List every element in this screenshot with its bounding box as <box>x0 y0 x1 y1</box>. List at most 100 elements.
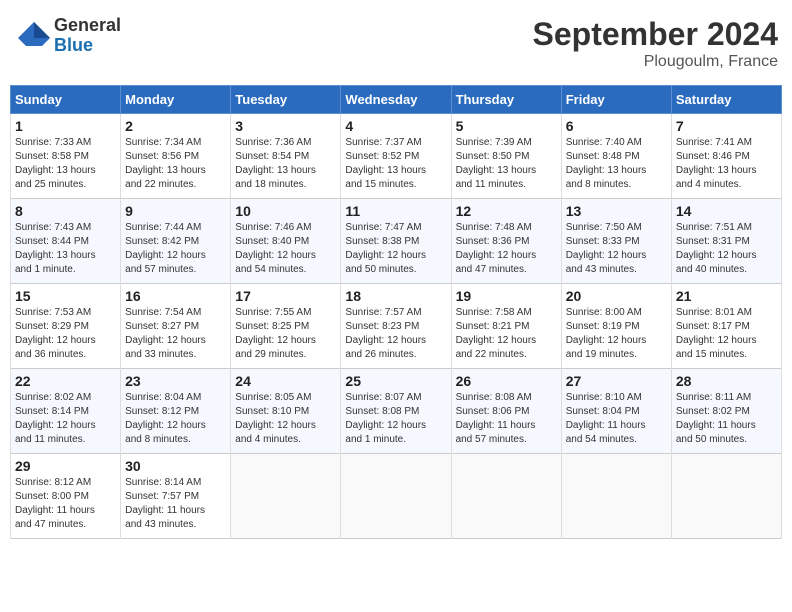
week-row-5: 29Sunrise: 8:12 AM Sunset: 8:00 PM Dayli… <box>11 454 782 539</box>
day-number: 19 <box>456 288 557 304</box>
page-header: General Blue September 2024 Plougoulm, F… <box>10 10 782 77</box>
day-info: Sunrise: 7:50 AM Sunset: 8:33 PM Dayligh… <box>566 221 667 277</box>
day-info: Sunrise: 7:37 AM Sunset: 8:52 PM Dayligh… <box>345 136 446 192</box>
day-number: 3 <box>235 118 336 134</box>
day-info: Sunrise: 7:33 AM Sunset: 8:58 PM Dayligh… <box>15 136 116 192</box>
day-number: 7 <box>676 118 777 134</box>
calendar-cell: 19 Sunrise: 7:58 AM Sunset: 8:21 PM Dayli… <box>451 284 561 369</box>
day-info: Sunrise: 7:47 AM Sunset: 8:38 PM Dayligh… <box>345 221 446 277</box>
day-number: 10 <box>235 203 336 219</box>
day-number: 21 <box>676 288 777 304</box>
day-number: 1 <box>15 118 116 134</box>
col-tuesday: Tuesday <box>231 86 341 114</box>
calendar-cell: 6Sunrise: 7:40 AM Sunset: 8:48 PM Daylig… <box>561 114 671 199</box>
day-info: Sunrise: 7:57 AM Sunset: 8:23 PM Dayligh… <box>345 306 446 362</box>
calendar-table: Sunday Monday Tuesday Wednesday Thursday… <box>10 85 782 539</box>
day-info: Sunrise: 8:02 AM Sunset: 8:14 PM Dayligh… <box>15 391 116 447</box>
calendar-cell: 26Sunrise: 8:08 AM Sunset: 8:06 PM Dayli… <box>451 369 561 454</box>
day-info: Sunrise: 7:43 AM Sunset: 8:44 PM Dayligh… <box>15 221 116 277</box>
day-number: 17 <box>235 288 336 304</box>
calendar-cell: 23 Sunrise: 8:04 AM Sunset: 8:12 PM Dayli… <box>121 369 231 454</box>
day-info: Sunrise: 7:54 AM Sunset: 8:27 PM Dayligh… <box>125 306 226 362</box>
calendar-cell <box>671 454 781 539</box>
col-friday: Friday <box>561 86 671 114</box>
day-info: Sunrise: 7:36 AM Sunset: 8:54 PM Dayligh… <box>235 136 336 192</box>
calendar-cell: 4 Sunrise: 7:37 AM Sunset: 8:52 PM Daylig… <box>341 114 451 199</box>
logo: General Blue <box>14 16 121 56</box>
day-info: Sunrise: 7:51 AM Sunset: 8:31 PM Dayligh… <box>676 221 777 277</box>
calendar-cell: 10Sunrise: 7:46 AM Sunset: 8:40 PM Dayli… <box>231 199 341 284</box>
calendar-cell: 5Sunrise: 7:39 AM Sunset: 8:50 PM Daylig… <box>451 114 561 199</box>
day-number: 14 <box>676 203 777 219</box>
col-wednesday: Wednesday <box>341 86 451 114</box>
day-info: Sunrise: 8:05 AM Sunset: 8:10 PM Dayligh… <box>235 391 336 447</box>
calendar-cell <box>231 454 341 539</box>
day-info: Sunrise: 7:55 AM Sunset: 8:25 PM Dayligh… <box>235 306 336 362</box>
day-info: Sunrise: 7:58 AM Sunset: 8:21 PM Dayligh… <box>456 306 557 362</box>
calendar-cell: 28 Sunrise: 8:11 AM Sunset: 8:02 PM Dayli… <box>671 369 781 454</box>
week-row-2: 8 Sunrise: 7:43 AM Sunset: 8:44 PM Daylig… <box>11 199 782 284</box>
calendar-cell: 11 Sunrise: 7:47 AM Sunset: 8:38 PM Dayli… <box>341 199 451 284</box>
col-monday: Monday <box>121 86 231 114</box>
day-info: Sunrise: 7:41 AM Sunset: 8:46 PM Dayligh… <box>676 136 777 192</box>
day-number: 12 <box>456 203 557 219</box>
calendar-cell: 17 Sunrise: 7:55 AM Sunset: 8:25 PM Dayli… <box>231 284 341 369</box>
calendar-cell <box>341 454 451 539</box>
calendar-cell: 15 Sunrise: 7:53 AM Sunset: 8:29 PM Dayli… <box>11 284 121 369</box>
day-number: 13 <box>566 203 667 219</box>
day-info: Sunrise: 7:40 AM Sunset: 8:48 PM Dayligh… <box>566 136 667 192</box>
title-block: September 2024 Plougoulm, France <box>533 16 778 71</box>
day-number: 8 <box>15 203 116 219</box>
calendar-cell: 22 Sunrise: 8:02 AM Sunset: 8:14 PM Dayli… <box>11 369 121 454</box>
calendar-cell: 16Sunrise: 7:54 AM Sunset: 8:27 PM Dayli… <box>121 284 231 369</box>
day-number: 28 <box>676 373 777 389</box>
day-number: 4 <box>345 118 446 134</box>
logo-icon <box>14 18 50 54</box>
week-row-4: 22 Sunrise: 8:02 AM Sunset: 8:14 PM Dayli… <box>11 369 782 454</box>
calendar-cell: 20 Sunrise: 8:00 AM Sunset: 8:19 PM Dayli… <box>561 284 671 369</box>
day-number: 22 <box>15 373 116 389</box>
day-info: Sunrise: 8:11 AM Sunset: 8:02 PM Dayligh… <box>676 391 777 447</box>
calendar-cell: 7 Sunrise: 7:41 AM Sunset: 8:46 PM Daylig… <box>671 114 781 199</box>
day-number: 23 <box>125 373 226 389</box>
calendar-cell: 25Sunrise: 8:07 AM Sunset: 8:08 PM Dayli… <box>341 369 451 454</box>
logo-text: General Blue <box>54 16 121 56</box>
logo-general: General <box>54 16 121 36</box>
day-number: 9 <box>125 203 226 219</box>
calendar-cell: 2Sunrise: 7:34 AM Sunset: 8:56 PM Daylig… <box>121 114 231 199</box>
calendar-cell: 24 Sunrise: 8:05 AM Sunset: 8:10 PM Dayli… <box>231 369 341 454</box>
day-number: 11 <box>345 203 446 219</box>
day-info: Sunrise: 8:01 AM Sunset: 8:17 PM Dayligh… <box>676 306 777 362</box>
col-thursday: Thursday <box>451 86 561 114</box>
day-number: 18 <box>345 288 446 304</box>
calendar-cell: 12 Sunrise: 7:48 AM Sunset: 8:36 PM Dayli… <box>451 199 561 284</box>
week-row-3: 15 Sunrise: 7:53 AM Sunset: 8:29 PM Dayli… <box>11 284 782 369</box>
calendar-cell: 30 Sunrise: 8:14 AM Sunset: 7:57 PM Dayli… <box>121 454 231 539</box>
day-number: 20 <box>566 288 667 304</box>
calendar-cell: 21 Sunrise: 8:01 AM Sunset: 8:17 PM Dayli… <box>671 284 781 369</box>
col-sunday: Sunday <box>11 86 121 114</box>
day-number: 15 <box>15 288 116 304</box>
calendar-cell: 13 Sunrise: 7:50 AM Sunset: 8:33 PM Dayli… <box>561 199 671 284</box>
location: Plougoulm, France <box>533 53 778 71</box>
calendar-cell: 3 Sunrise: 7:36 AM Sunset: 8:54 PM Daylig… <box>231 114 341 199</box>
day-info: Sunrise: 8:04 AM Sunset: 8:12 PM Dayligh… <box>125 391 226 447</box>
calendar-cell: 1 Sunrise: 7:33 AM Sunset: 8:58 PM Daylig… <box>11 114 121 199</box>
day-info: Sunrise: 7:48 AM Sunset: 8:36 PM Dayligh… <box>456 221 557 277</box>
day-number: 5 <box>456 118 557 134</box>
calendar-cell: 14 Sunrise: 7:51 AM Sunset: 8:31 PM Dayli… <box>671 199 781 284</box>
day-info: Sunrise: 8:08 AM Sunset: 8:06 PM Dayligh… <box>456 391 557 447</box>
day-info: Sunrise: 7:53 AM Sunset: 8:29 PM Dayligh… <box>15 306 116 362</box>
day-number: 27 <box>566 373 667 389</box>
day-number: 2 <box>125 118 226 134</box>
day-info: Sunrise: 8:00 AM Sunset: 8:19 PM Dayligh… <box>566 306 667 362</box>
week-row-1: 1 Sunrise: 7:33 AM Sunset: 8:58 PM Daylig… <box>11 114 782 199</box>
day-number: 30 <box>125 458 226 474</box>
day-info: Sunrise: 8:14 AM Sunset: 7:57 PM Dayligh… <box>125 476 226 532</box>
day-number: 24 <box>235 373 336 389</box>
calendar-cell: 8 Sunrise: 7:43 AM Sunset: 8:44 PM Daylig… <box>11 199 121 284</box>
calendar-cell: 27Sunrise: 8:10 AM Sunset: 8:04 PM Dayli… <box>561 369 671 454</box>
calendar-cell <box>561 454 671 539</box>
logo-blue: Blue <box>54 36 121 56</box>
calendar-cell: 9Sunrise: 7:44 AM Sunset: 8:42 PM Daylig… <box>121 199 231 284</box>
